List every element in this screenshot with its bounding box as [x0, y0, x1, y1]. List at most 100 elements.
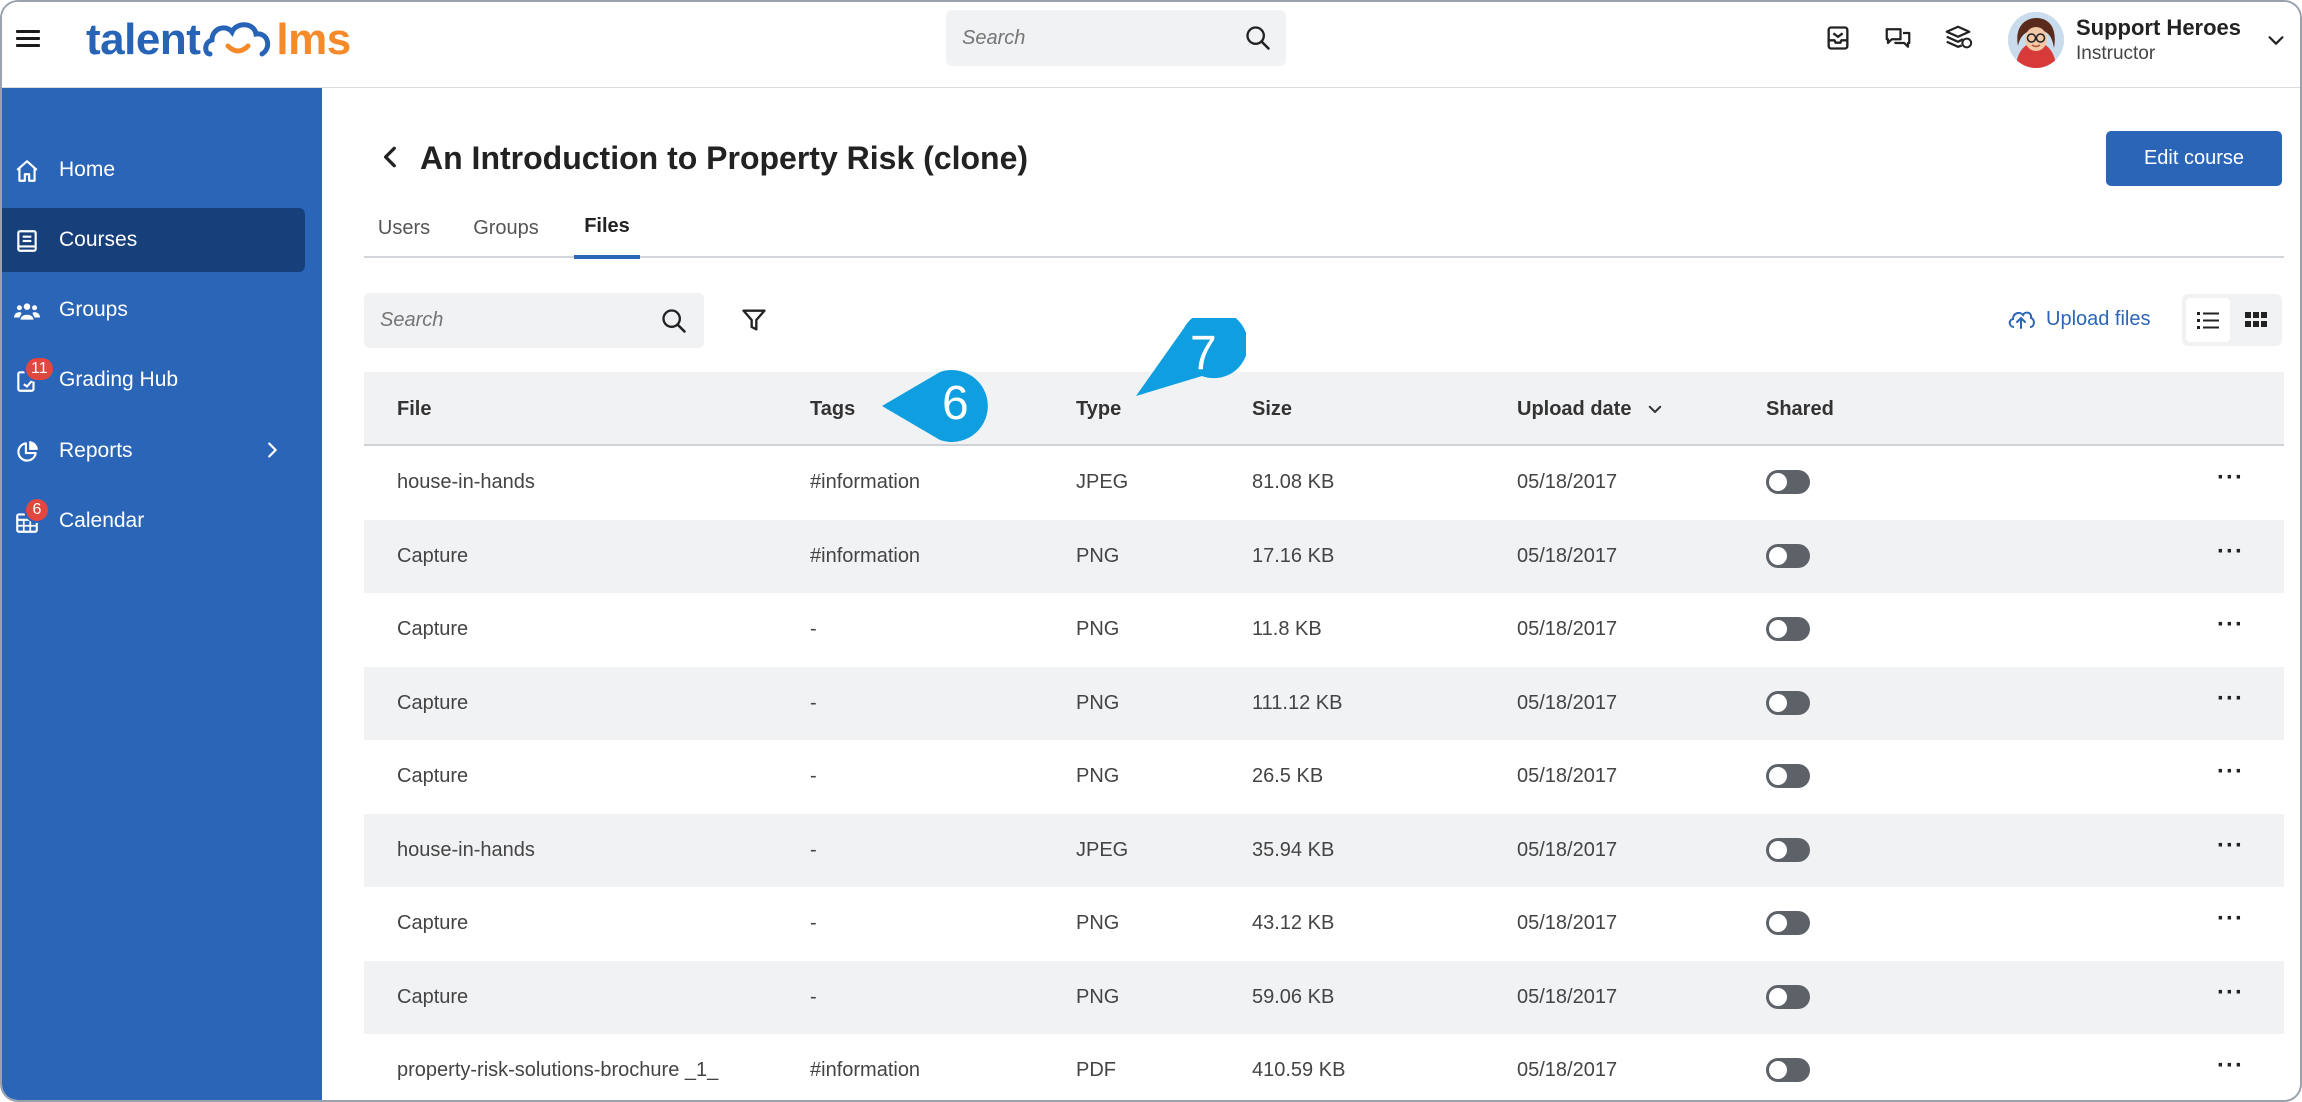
- upload-date: 05/18/2017: [1517, 618, 1618, 640]
- file-name[interactable]: Capture: [397, 618, 468, 641]
- sidebar-item-groups[interactable]: Groups: [2, 278, 305, 342]
- logo-cloud-icon: [203, 22, 271, 57]
- search-icon[interactable]: [1244, 24, 1272, 52]
- shared-toggle[interactable]: [1766, 764, 1810, 788]
- file-name[interactable]: property-risk-solutions-brochure _1_: [397, 1059, 718, 1082]
- tab-files[interactable]: Files: [574, 198, 640, 259]
- column-header-tags[interactable]: Tags: [810, 398, 855, 421]
- column-header-type[interactable]: Type: [1076, 398, 1121, 421]
- file-tags: #information: [810, 471, 921, 493]
- file-name[interactable]: house-in-hands: [397, 471, 535, 494]
- file-search-input[interactable]: [364, 293, 644, 348]
- more-options-icon[interactable]: ···: [2217, 832, 2244, 860]
- file-tags: -: [810, 912, 817, 934]
- user-menu[interactable]: Support Heroes Instructor: [2008, 2, 2287, 78]
- more-options-icon[interactable]: ···: [2217, 1052, 2244, 1080]
- chevron-down-icon[interactable]: [2265, 29, 2287, 51]
- table-row[interactable]: house-in-hands - JPEG 35.94 KB 05/18/201…: [364, 813, 2284, 887]
- sidebar-item-label: Courses: [59, 228, 138, 251]
- grid-view-button[interactable]: [2234, 298, 2278, 342]
- file-size: 17.16 KB: [1252, 544, 1335, 567]
- upload-date: 05/18/2017: [1517, 1059, 1618, 1081]
- pie-chart-icon: [17, 441, 38, 462]
- shared-toggle[interactable]: [1766, 837, 1810, 862]
- file-type: PNG: [1076, 912, 1120, 934]
- file-type: PNG: [1076, 691, 1120, 714]
- file-tags: -: [810, 765, 817, 787]
- filter-icon[interactable]: [740, 306, 768, 334]
- column-header-upload-date[interactable]: Upload date: [1517, 398, 1631, 421]
- file-name[interactable]: Capture: [397, 912, 468, 935]
- table-row[interactable]: Capture - PNG 43.12 KB 05/18/2017 ···: [364, 887, 2284, 961]
- back-arrow-icon[interactable]: [378, 144, 404, 170]
- sidebar-item-label: Groups: [59, 298, 128, 321]
- page-title: An Introduction to Property Risk (clone): [420, 140, 1029, 176]
- table-row[interactable]: house-in-hands #information JPEG 81.08 K…: [364, 446, 2284, 520]
- callout-7-number: 7: [1190, 327, 1217, 380]
- shared-toggle[interactable]: [1766, 617, 1810, 641]
- upload-date: 05/18/2017: [1517, 765, 1618, 787]
- sidebar-item-label: Grading Hub: [59, 368, 179, 391]
- table-row[interactable]: Capture #information PNG 17.16 KB 05/18/…: [364, 519, 2284, 593]
- hamburger-menu-icon[interactable]: [16, 26, 40, 50]
- view-toggle: [2182, 294, 2282, 346]
- file-tags: #information: [810, 544, 921, 567]
- sidebar-item-courses[interactable]: Courses: [2, 208, 305, 272]
- shared-toggle[interactable]: [1766, 984, 1810, 1009]
- shared-toggle[interactable]: [1766, 911, 1810, 935]
- table-row[interactable]: property-risk-solutions-brochure _1_ #in…: [364, 1034, 2284, 1100]
- table-header: File Tags Type Size Upload date Shared: [364, 372, 2284, 446]
- sidebar-item-calendar[interactable]: 6 Calendar: [2, 489, 305, 553]
- file-type: JPEG: [1076, 471, 1129, 493]
- sidebar-item-reports[interactable]: Reports: [2, 419, 305, 483]
- global-search-input[interactable]: [946, 26, 1226, 50]
- sidebar-item-grading-hub[interactable]: 11 Grading Hub: [2, 348, 305, 412]
- shared-toggle[interactable]: [1766, 470, 1810, 494]
- file-tags: -: [810, 618, 817, 640]
- file-name[interactable]: Capture: [397, 765, 468, 788]
- shared-toggle[interactable]: [1766, 1058, 1810, 1082]
- more-options-icon[interactable]: ···: [2217, 538, 2244, 566]
- table-row[interactable]: Capture - PNG 59.06 KB 05/18/2017 ···: [364, 960, 2284, 1034]
- inbox-icon[interactable]: [1822, 22, 1854, 54]
- more-options-icon[interactable]: ···: [2217, 979, 2244, 1007]
- file-size: 410.59 KB: [1252, 1059, 1346, 1081]
- column-header-file[interactable]: File: [397, 398, 431, 421]
- user-name: Support Heroes: [2076, 15, 2242, 40]
- upload-files-button[interactable]: Upload files: [2006, 306, 2151, 332]
- chat-icon[interactable]: [1882, 22, 1914, 54]
- shared-toggle[interactable]: [1766, 690, 1810, 715]
- table-row[interactable]: Capture - PNG 11.8 KB 05/18/2017 ···: [364, 593, 2284, 667]
- more-options-icon[interactable]: ···: [2217, 611, 2244, 639]
- more-options-icon[interactable]: ···: [2217, 685, 2244, 713]
- more-options-icon[interactable]: ···: [2217, 464, 2244, 492]
- sort-chevron-down-icon[interactable]: [1646, 400, 1664, 418]
- file-name[interactable]: Capture: [397, 986, 468, 1009]
- sidebar-item-home[interactable]: Home: [2, 138, 305, 202]
- file-name[interactable]: Capture: [397, 545, 468, 568]
- column-header-size[interactable]: Size: [1252, 398, 1292, 421]
- sidebar-item-label: Calendar: [59, 509, 145, 532]
- list-view-button[interactable]: [2186, 298, 2230, 342]
- column-header-shared[interactable]: Shared: [1766, 398, 1834, 421]
- billing-stack-icon[interactable]: [1942, 22, 1974, 54]
- tab-users[interactable]: Users: [378, 198, 430, 258]
- shared-toggle[interactable]: [1766, 543, 1810, 568]
- tab-groups[interactable]: Groups: [473, 198, 539, 258]
- edit-course-button[interactable]: Edit course: [2106, 131, 2282, 186]
- more-options-icon[interactable]: ···: [2217, 758, 2244, 786]
- more-options-icon[interactable]: ···: [2217, 905, 2244, 933]
- upload-files-label: Upload files: [2046, 307, 2151, 330]
- talentlms-logo[interactable]: talent lms: [86, 10, 351, 70]
- file-tags: #information: [810, 1059, 921, 1081]
- avatar: [2008, 12, 2064, 68]
- global-search[interactable]: [946, 10, 1286, 66]
- table-row[interactable]: Capture - PNG 26.5 KB 05/18/2017 ···: [364, 740, 2284, 814]
- search-icon[interactable]: [660, 307, 688, 335]
- file-name[interactable]: Capture: [397, 692, 468, 715]
- table-row[interactable]: Capture - PNG 111.12 KB 05/18/2017 ···: [364, 666, 2284, 740]
- file-type: PNG: [1076, 618, 1120, 640]
- file-type: PNG: [1076, 765, 1120, 787]
- file-search[interactable]: [364, 293, 704, 348]
- file-name[interactable]: house-in-hands: [397, 839, 535, 862]
